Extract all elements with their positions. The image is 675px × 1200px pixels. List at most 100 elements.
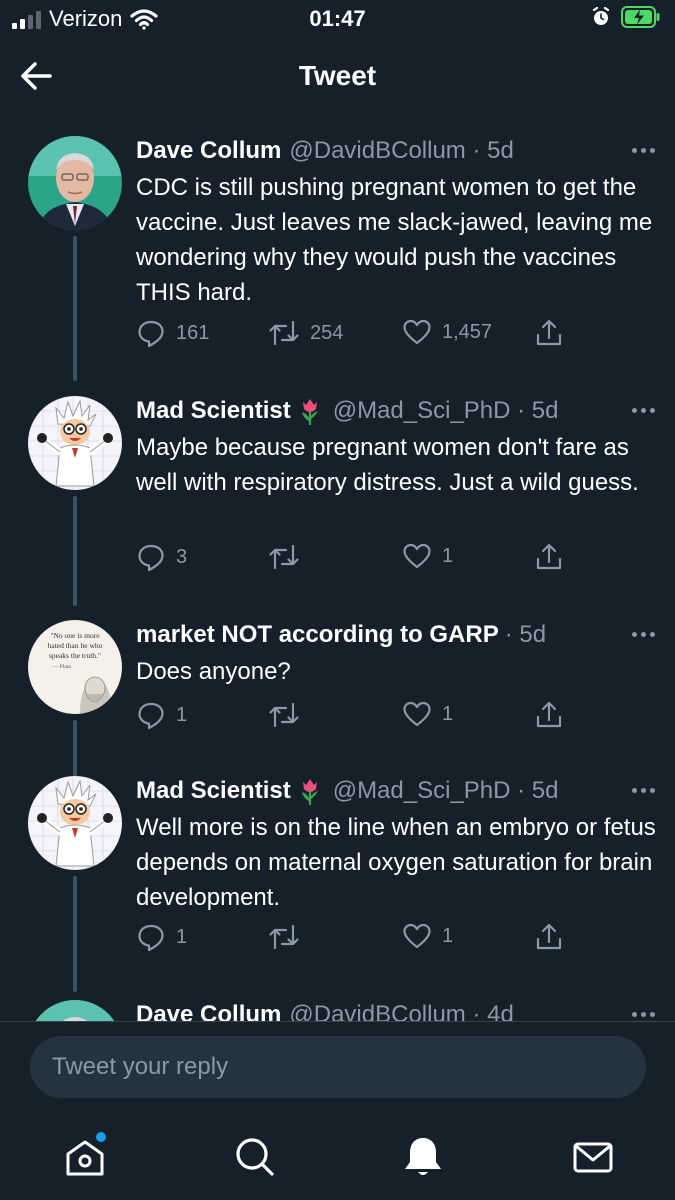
thread-line [73, 236, 77, 381]
more-options-icon[interactable] [625, 400, 661, 420]
heart-icon [403, 701, 431, 727]
tweet-actions: 1 1 [136, 922, 576, 962]
like-count: 1 [442, 924, 454, 947]
display-name[interactable]: Dave Collum [136, 1000, 281, 1021]
tulip-emoji-icon [301, 779, 318, 805]
display-name[interactable]: Mad Scientist [136, 776, 291, 806]
thread-line [73, 876, 77, 992]
nav-home[interactable] [60, 1132, 110, 1182]
share-button[interactable] [534, 700, 564, 730]
like-count: 1 [442, 544, 454, 567]
status-bar: Verizon 01:47 [0, 0, 675, 40]
reply-count: 161 [176, 321, 210, 344]
avatar-quote-author: — Plato [52, 664, 71, 670]
avatar[interactable] [28, 136, 122, 230]
display-name[interactable]: Mad Scientist [136, 396, 291, 426]
more-options-icon[interactable] [625, 140, 661, 160]
man-in-suit-avatar-image [28, 1000, 122, 1021]
heart-icon [403, 543, 431, 569]
retweet-button[interactable]: 254 [268, 318, 343, 348]
tweet-actions: 1 1 [136, 700, 576, 740]
retweet-button[interactable] [268, 700, 310, 730]
more-options-icon[interactable] [625, 624, 661, 644]
reply-button[interactable]: 3 [136, 542, 187, 572]
share-button[interactable] [534, 318, 564, 348]
like-button[interactable]: 1 [402, 700, 453, 728]
bottom-nav [0, 1112, 675, 1200]
nav-messages[interactable] [568, 1132, 618, 1182]
nav-notifications[interactable] [398, 1132, 448, 1182]
alarm-icon [592, 7, 610, 25]
avatar[interactable] [28, 1000, 122, 1021]
reply-input[interactable]: Tweet your reply [30, 1036, 646, 1098]
cartoon-scientist-avatar-image [28, 776, 122, 870]
man-in-suit-avatar-image [28, 136, 122, 230]
reply-icon [138, 544, 164, 572]
avatar[interactable] [28, 396, 122, 490]
avatar[interactable] [28, 776, 122, 870]
more-options-icon[interactable] [625, 780, 661, 800]
tweet-text: Well more is on the line when an embryo … [136, 814, 656, 911]
handle-and-time[interactable]: · 5d [505, 620, 546, 650]
reply-count: 3 [176, 545, 188, 568]
tweet-text: Does anyone? [136, 658, 291, 685]
tulip-emoji-icon [301, 399, 318, 425]
like-button[interactable]: 1 [402, 542, 453, 570]
display-name[interactable]: Dave Collum [136, 136, 281, 166]
plato-quote-avatar-image: "No one is more hated than he who speaks… [28, 620, 122, 714]
heart-icon [403, 923, 431, 949]
like-button[interactable]: 1 [402, 922, 453, 950]
thread-line [73, 496, 77, 606]
reply-button[interactable]: 1 [136, 700, 187, 730]
reply-count: 1 [176, 703, 188, 726]
tweet-text: CDC is still pushing pregnant women to g… [136, 174, 653, 306]
retweet-count: 254 [310, 321, 344, 344]
battery-charging-icon [621, 6, 660, 28]
retweet-icon [269, 544, 299, 570]
more-options-icon[interactable] [625, 1004, 661, 1021]
avatar-quote-text: "No one is more [50, 631, 100, 640]
new-tweets-indicator [96, 1132, 106, 1142]
search-icon [236, 1138, 274, 1176]
tweet[interactable]: Mad Scientist @Mad_Sci_PhD · 5d Maybe be… [0, 396, 675, 606]
tweet[interactable]: Dave Collum @DavidBCollum · 5d CDC is st… [0, 136, 675, 381]
retweet-button[interactable] [268, 542, 310, 572]
like-count: 1 [442, 702, 454, 725]
share-icon [536, 319, 562, 346]
status-time: 01:47 [309, 6, 366, 31]
retweet-icon [269, 702, 299, 728]
tweet[interactable]: "No one is more hated than he who speaks… [0, 620, 675, 778]
notifications-icon [405, 1138, 441, 1175]
reply-icon [138, 702, 164, 730]
avatar-quote-text: speaks the truth." [49, 651, 101, 660]
retweet-icon [269, 924, 299, 950]
avatar-quote-text: hated than he who [48, 641, 103, 650]
cartoon-scientist-avatar-image [28, 396, 122, 490]
tweet[interactable]: Dave Collum @DavidBCollum · 4d [0, 1000, 675, 1021]
reply-count: 1 [176, 925, 188, 948]
like-count: 1,457 [442, 320, 493, 343]
share-icon [536, 701, 562, 728]
tweet[interactable]: Mad Scientist @Mad_Sci_PhD · 5d Well mor… [0, 776, 675, 992]
handle-and-time[interactable]: @DavidBCollum · 5d [289, 136, 513, 166]
display-name[interactable]: market NOT according to GARP [136, 620, 499, 650]
top-bar: Tweet [0, 44, 675, 110]
tweet-text: Maybe because pregnant women don't fare … [136, 434, 639, 496]
avatar[interactable]: "No one is more hated than he who speaks… [28, 620, 122, 714]
handle-and-time[interactable]: @DavidBCollum · 4d [289, 1000, 513, 1021]
heart-icon [403, 319, 431, 345]
like-button[interactable]: 1,457 [402, 318, 492, 346]
page-title: Tweet [298, 60, 377, 91]
tweet-actions: 161 254 1,457 [136, 318, 576, 358]
retweet-button[interactable] [268, 922, 310, 952]
messages-icon [573, 1142, 613, 1173]
reply-button[interactable]: 161 [136, 318, 209, 348]
reply-button[interactable]: 1 [136, 922, 187, 952]
nav-search[interactable] [230, 1132, 280, 1182]
reply-bar: Tweet your reply [0, 1022, 675, 1112]
handle-and-time[interactable]: @Mad_Sci_PhD · 5d [333, 396, 559, 426]
share-button[interactable] [534, 922, 564, 952]
share-icon [536, 543, 562, 570]
share-button[interactable] [534, 542, 564, 572]
handle-and-time[interactable]: @Mad_Sci_PhD · 5d [333, 776, 559, 806]
